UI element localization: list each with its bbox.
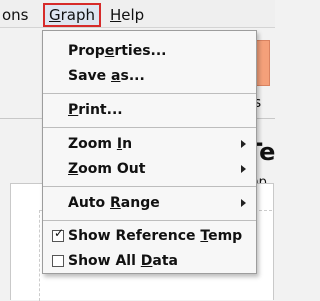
- menu-item-zoom-in-label: Zoom In: [68, 136, 133, 152]
- menu-bar: ons Graph Help: [0, 0, 275, 28]
- menu-item-properties[interactable]: Properties...: [43, 39, 256, 63]
- menu-item-save-as-label: Save as...: [68, 68, 145, 84]
- submenu-arrow-icon: [241, 140, 246, 148]
- menu-separator: [43, 186, 256, 187]
- menu-item-zoom-out-label: Zoom Out: [68, 161, 146, 177]
- menu-item-show-reference-temp-label: Show Reference Temp: [68, 228, 243, 244]
- menu-item-zoom-out[interactable]: Zoom Out: [43, 157, 256, 181]
- menu-options[interactable]: ons: [0, 4, 33, 26]
- menu-item-auto-range-label: Auto Range: [68, 195, 160, 211]
- checkbox-unchecked-icon[interactable]: [52, 255, 64, 267]
- menu-item-print[interactable]: Print...: [43, 98, 256, 122]
- menu-item-print-label: Print...: [68, 102, 123, 118]
- menu-separator: [43, 93, 256, 94]
- menu-help[interactable]: Help: [106, 4, 148, 26]
- menu-item-show-all-data[interactable]: Show All Data: [43, 249, 256, 273]
- graph-menu: Properties... Save as... Print... Zoom I…: [42, 30, 257, 274]
- menu-item-properties-label: Properties...: [68, 43, 167, 59]
- menu-item-zoom-in[interactable]: Zoom In: [43, 132, 256, 156]
- menu-separator: [43, 127, 256, 128]
- menu-separator: [43, 220, 256, 221]
- submenu-arrow-icon: [241, 199, 246, 207]
- menu-item-show-all-data-label: Show All Data: [68, 253, 179, 269]
- menu-item-save-as[interactable]: Save as...: [43, 64, 256, 88]
- menu-item-show-reference-temp[interactable]: ✓ Show Reference Temp: [43, 224, 256, 248]
- checkbox-checked-icon[interactable]: ✓: [52, 226, 65, 242]
- checkmark-icon: ✓: [54, 226, 65, 240]
- submenu-arrow-icon: [241, 165, 246, 173]
- menu-graph[interactable]: Graph: [43, 3, 102, 27]
- menu-item-auto-range[interactable]: Auto Range: [43, 191, 256, 215]
